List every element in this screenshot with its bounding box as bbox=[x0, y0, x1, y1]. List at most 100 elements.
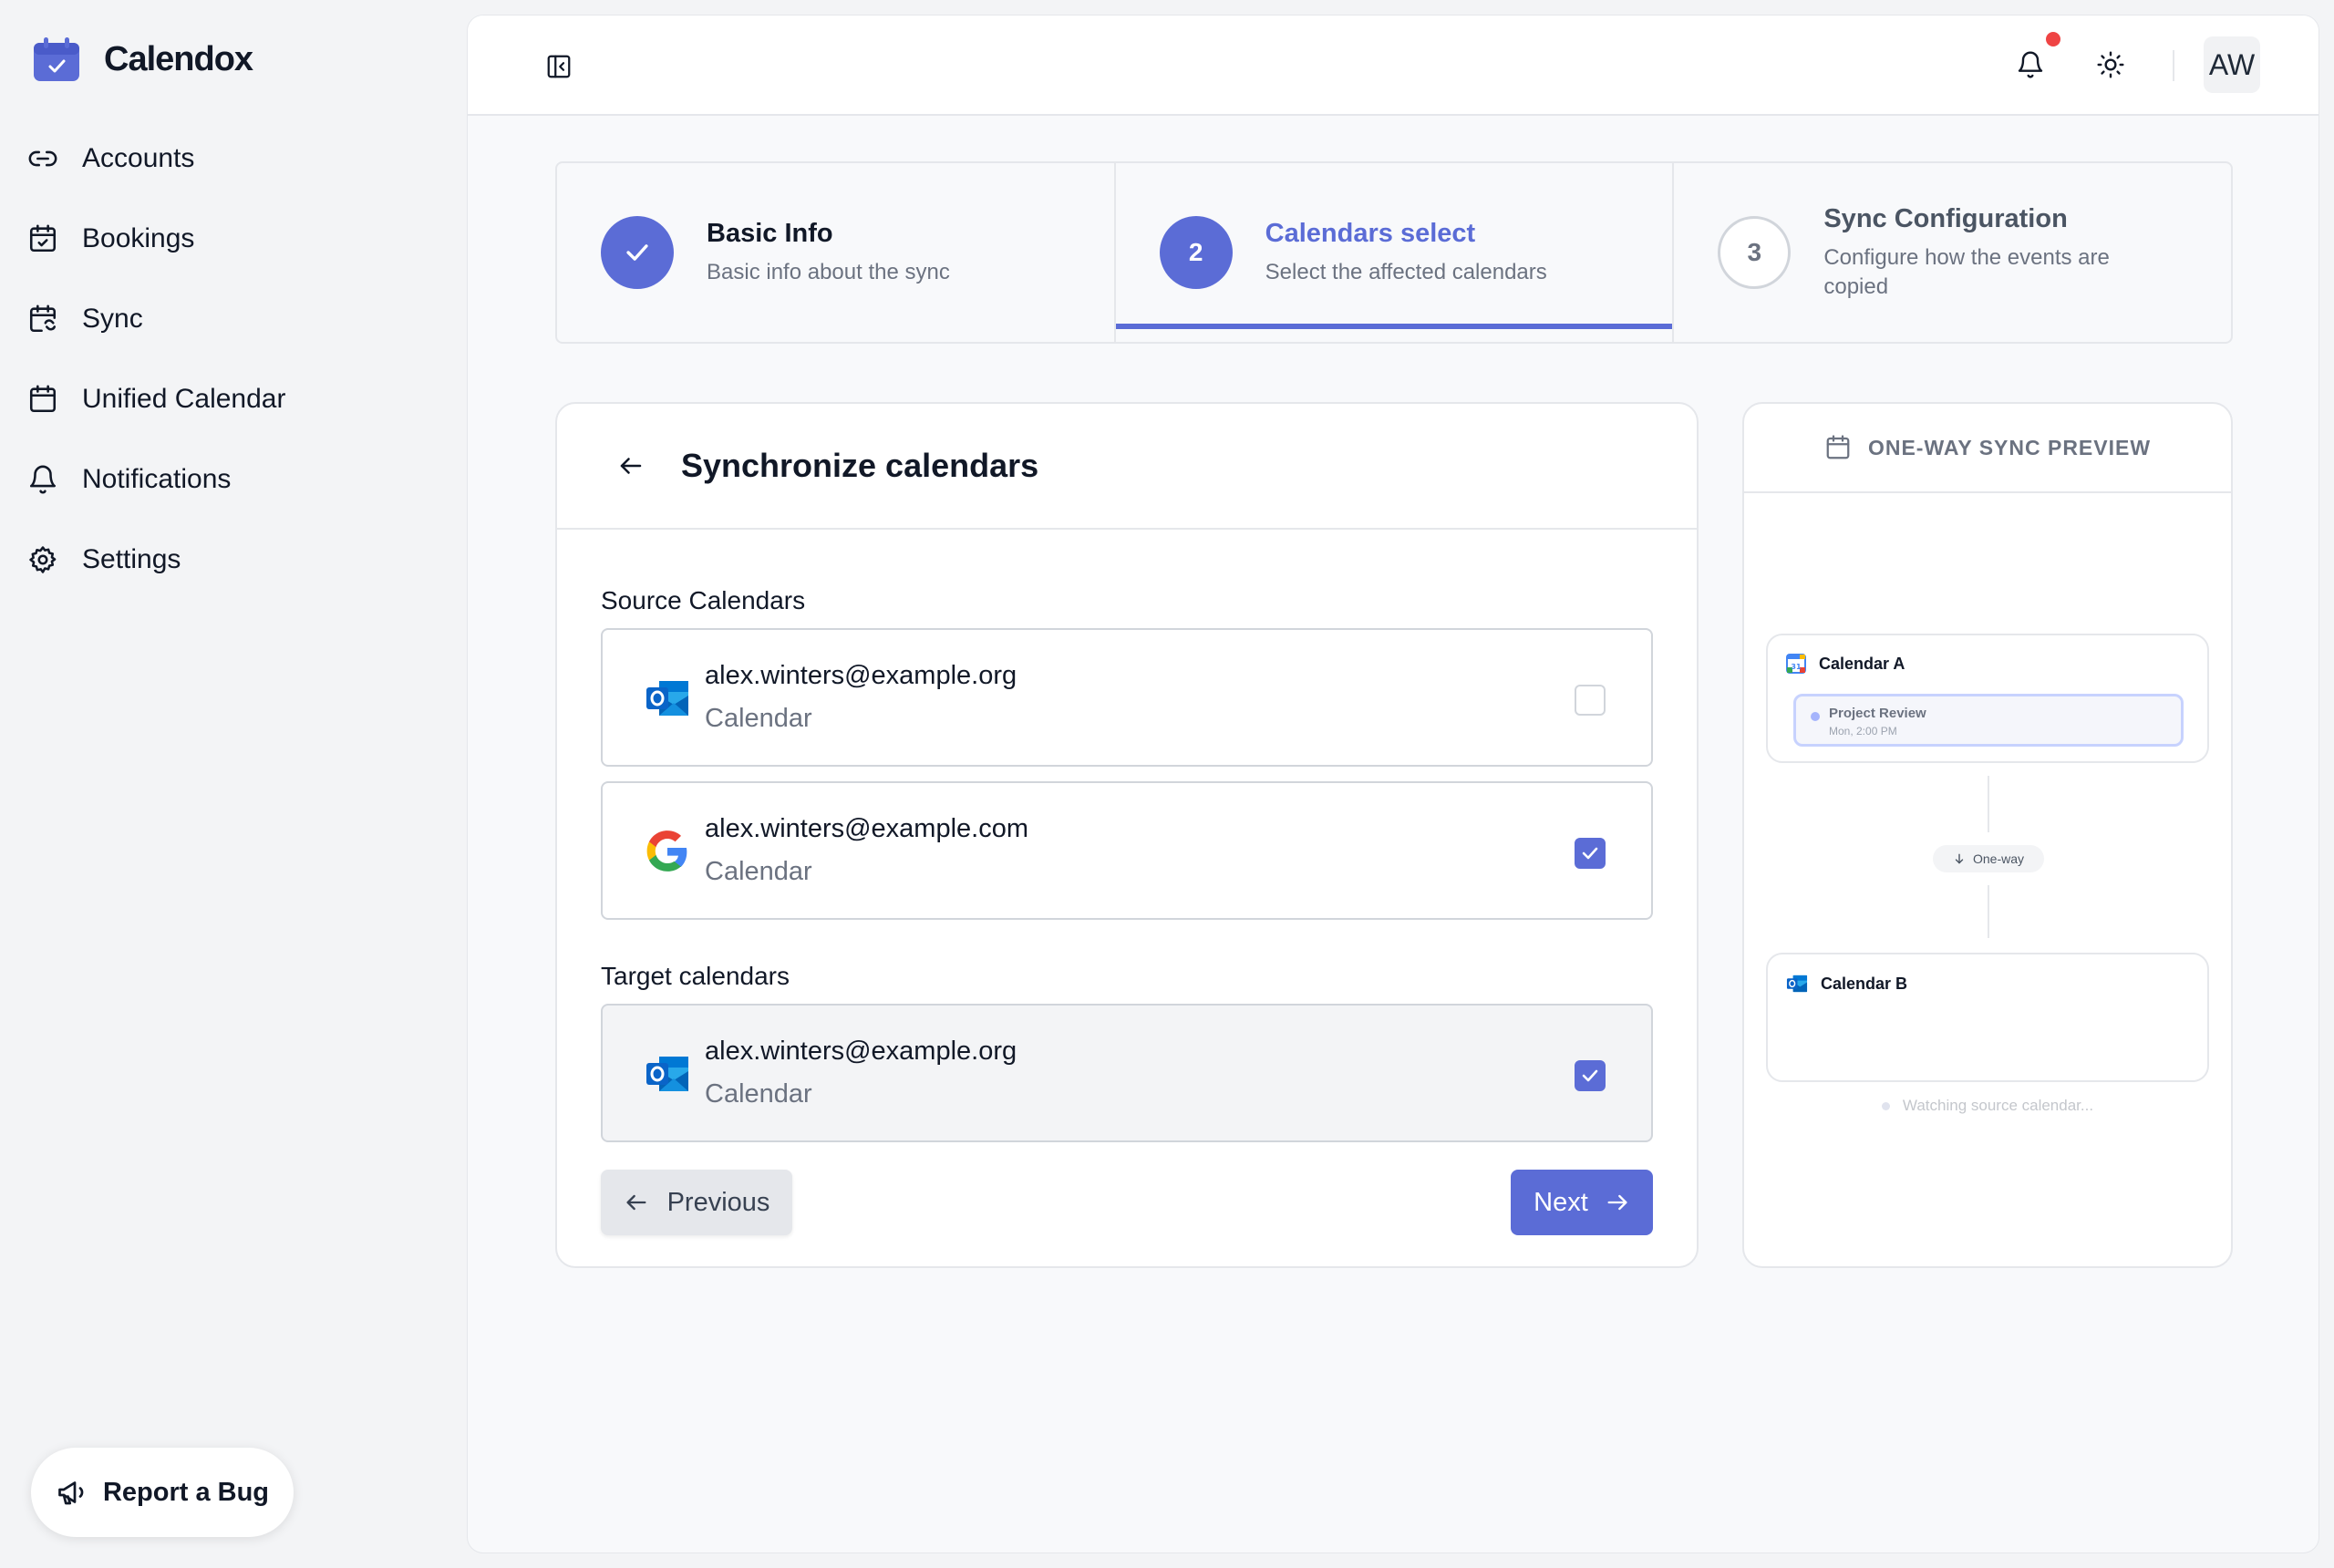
event-time: Mon, 2:00 PM bbox=[1829, 725, 1897, 738]
svg-text:31: 31 bbox=[1791, 663, 1802, 671]
step-number: 3 bbox=[1718, 216, 1792, 289]
google-calendar-icon: 31 bbox=[1786, 654, 1806, 674]
source-calendars-label: Source Calendars bbox=[601, 586, 806, 614]
previous-label: Previous bbox=[666, 1187, 770, 1217]
source-calendar-option[interactable]: alex.winters@example.com Calendar bbox=[601, 781, 1653, 920]
sidebar-nav: Accounts Bookings Sync Unified Calendar … bbox=[27, 119, 285, 600]
megaphone-icon bbox=[58, 1481, 84, 1505]
event-dot bbox=[1811, 712, 1820, 721]
calendar-logo-icon bbox=[34, 37, 79, 81]
calendar-email: alex.winters@example.org bbox=[705, 1037, 1017, 1066]
synchronize-calendars-card: Synchronize calendars Source Calendars a… bbox=[555, 402, 1699, 1268]
calendar-kind: Calendar bbox=[705, 1079, 812, 1109]
sync-preview-card: ONE-WAY SYNC PREVIEW 31 Calendar A Proje… bbox=[1742, 402, 2233, 1268]
brand[interactable]: Calendox bbox=[33, 36, 253, 82]
stepper: Basic Info Basic info about the sync 2 C… bbox=[555, 161, 2233, 344]
calendar-kind: Calendar bbox=[705, 857, 812, 886]
back-arrow-icon[interactable] bbox=[617, 452, 645, 480]
avatar[interactable]: AW bbox=[2204, 36, 2260, 93]
sidebar-item-label: Unified Calendar bbox=[82, 384, 286, 414]
theme-toggle-button[interactable] bbox=[2092, 46, 2129, 83]
next-label: Next bbox=[1534, 1187, 1588, 1217]
check-icon bbox=[1582, 1069, 1598, 1082]
sidebar-item-label: Bookings bbox=[82, 223, 195, 253]
preview-title: ONE-WAY SYNC PREVIEW bbox=[1867, 435, 2152, 459]
sidebar-item-notifications[interactable]: Notifications bbox=[27, 439, 285, 520]
arrow-left-icon bbox=[626, 1194, 646, 1211]
previous-button[interactable]: Previous bbox=[601, 1170, 792, 1235]
calendar-checkbox[interactable] bbox=[1575, 838, 1606, 869]
sidebar-item-unified-calendar[interactable]: Unified Calendar bbox=[27, 359, 285, 439]
direction-badge: One-way bbox=[1933, 845, 2044, 872]
event-title: Project Review bbox=[1829, 706, 1926, 721]
bell-icon bbox=[29, 465, 57, 494]
outlook-icon bbox=[646, 681, 688, 716]
calendar-checkbox[interactable] bbox=[1575, 1060, 1606, 1091]
status-dot bbox=[1881, 1101, 1890, 1110]
source-calendar-option[interactable]: alex.winters@example.org Calendar bbox=[601, 628, 1653, 767]
link-icon bbox=[28, 150, 57, 167]
sidebar: Calendox Accounts Bookings Sync Unified … bbox=[0, 0, 465, 1568]
preview-header: ONE-WAY SYNC PREVIEW bbox=[1744, 404, 2231, 493]
watching-status: Watching source calendar... bbox=[1744, 1097, 2231, 1115]
gear-icon bbox=[29, 546, 57, 573]
target-calendar-option[interactable]: alex.winters@example.org Calendar bbox=[601, 1004, 1653, 1142]
target-calendars-label: Target calendars bbox=[601, 962, 790, 990]
sidebar-item-sync[interactable]: Sync bbox=[27, 279, 285, 359]
step-calendars-select[interactable]: 2 Calendars select Select the affected c… bbox=[1113, 163, 1673, 342]
sidebar-item-bookings[interactable]: Bookings bbox=[27, 199, 285, 279]
card-title: Synchronize calendars bbox=[681, 447, 1039, 484]
main-panel: AW Basic Info Basic info about the sync … bbox=[467, 15, 2319, 1553]
calendar-icon bbox=[1826, 435, 1850, 459]
preview-event: Project Review Mon, 2:00 PM bbox=[1793, 694, 2184, 747]
watching-status-text: Watching source calendar... bbox=[1902, 1097, 2094, 1114]
sidebar-item-label: Accounts bbox=[82, 143, 195, 173]
report-bug-button[interactable]: Report a Bug bbox=[31, 1448, 294, 1537]
next-button[interactable]: Next bbox=[1511, 1170, 1653, 1235]
connector-line bbox=[1988, 776, 1989, 832]
step-basic-info[interactable]: Basic Info Basic info about the sync bbox=[557, 163, 1114, 342]
step-subtitle: Configure how the events are copied bbox=[1823, 244, 2110, 299]
calendar-sync-icon bbox=[29, 304, 57, 333]
step-number: 2 bbox=[1159, 216, 1233, 289]
calendar-email: alex.winters@example.com bbox=[705, 814, 1029, 843]
outlook-icon bbox=[646, 1057, 688, 1091]
sidebar-toggle-button[interactable] bbox=[542, 50, 575, 83]
preview-calendar-b: Calendar B bbox=[1766, 953, 2209, 1082]
sun-icon bbox=[2097, 51, 2124, 78]
calendar-checkbox[interactable] bbox=[1575, 685, 1606, 716]
bell-icon bbox=[2018, 51, 2043, 78]
sidebar-item-settings[interactable]: Settings bbox=[27, 520, 285, 600]
notification-dot bbox=[2046, 32, 2060, 46]
calendar-kind: Calendar bbox=[705, 704, 812, 733]
step-sync-configuration[interactable]: 3 Sync Configuration Configure how the e… bbox=[1672, 163, 2231, 342]
sidebar-item-label: Sync bbox=[82, 304, 143, 334]
calendar-email: alex.winters@example.org bbox=[705, 661, 1017, 690]
preview-calendar-a: 31 Calendar A Project Review Mon, 2:00 P… bbox=[1766, 634, 2209, 763]
card-header: Synchronize calendars bbox=[557, 404, 1697, 530]
topbar: AW bbox=[468, 15, 2319, 116]
arrow-right-icon bbox=[1607, 1194, 1627, 1211]
direction-label: One-way bbox=[1972, 851, 2025, 866]
calendar-icon bbox=[29, 385, 57, 413]
step-title: Calendars select bbox=[1265, 218, 1476, 248]
step-title: Sync Configuration bbox=[1823, 203, 2068, 233]
step-subtitle: Basic info about the sync bbox=[707, 259, 950, 284]
arrow-down-icon bbox=[1955, 853, 1964, 864]
step-complete-circle bbox=[601, 216, 674, 289]
check-icon bbox=[1582, 847, 1598, 860]
check-icon bbox=[626, 244, 648, 261]
sidebar-item-label: Notifications bbox=[82, 464, 232, 494]
panel-collapse-icon bbox=[547, 55, 571, 78]
notifications-button[interactable] bbox=[2012, 46, 2049, 83]
calendar-a-label: Calendar A bbox=[1819, 654, 1905, 673]
brand-name: Calendox bbox=[104, 39, 253, 78]
outlook-icon bbox=[1786, 975, 1808, 993]
calendar-b-label: Calendar B bbox=[1821, 974, 1908, 993]
topbar-divider bbox=[2173, 50, 2174, 81]
sidebar-item-accounts[interactable]: Accounts bbox=[27, 119, 285, 199]
report-bug-label: Report a Bug bbox=[102, 1477, 270, 1507]
google-icon bbox=[646, 830, 687, 872]
step-title: Basic Info bbox=[707, 218, 833, 248]
connector-line bbox=[1988, 885, 1989, 938]
